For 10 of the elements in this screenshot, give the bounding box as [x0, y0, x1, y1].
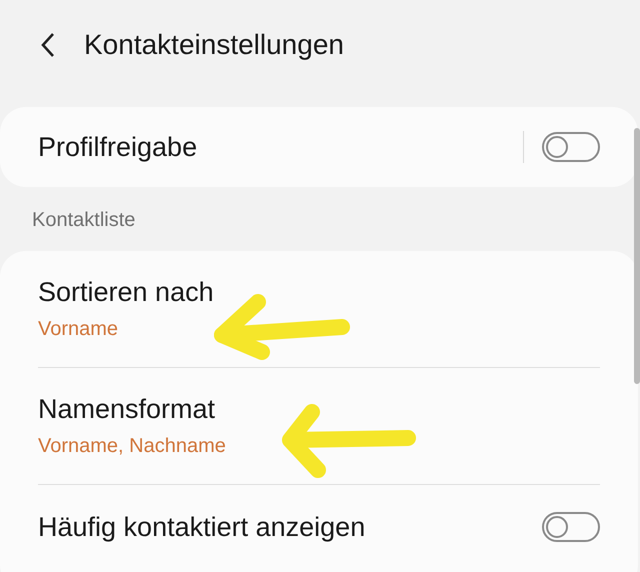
toggle-switch[interactable]	[542, 132, 600, 162]
setting-label: Profilfreigabe	[38, 132, 198, 162]
setting-label: Häufig kontaktiert anzeigen	[38, 512, 366, 542]
setting-label[interactable]: Sortieren nach	[38, 277, 600, 308]
toggle-switch[interactable]	[542, 512, 600, 542]
section-header: Kontaktliste	[31, 208, 136, 233]
setting-value: Vorname, Nachname	[38, 435, 227, 458]
setting-label[interactable]: Namensformat	[38, 394, 600, 425]
page-title: Kontakteinstellungen	[84, 29, 344, 61]
setting-value: Vorname	[38, 318, 120, 341]
